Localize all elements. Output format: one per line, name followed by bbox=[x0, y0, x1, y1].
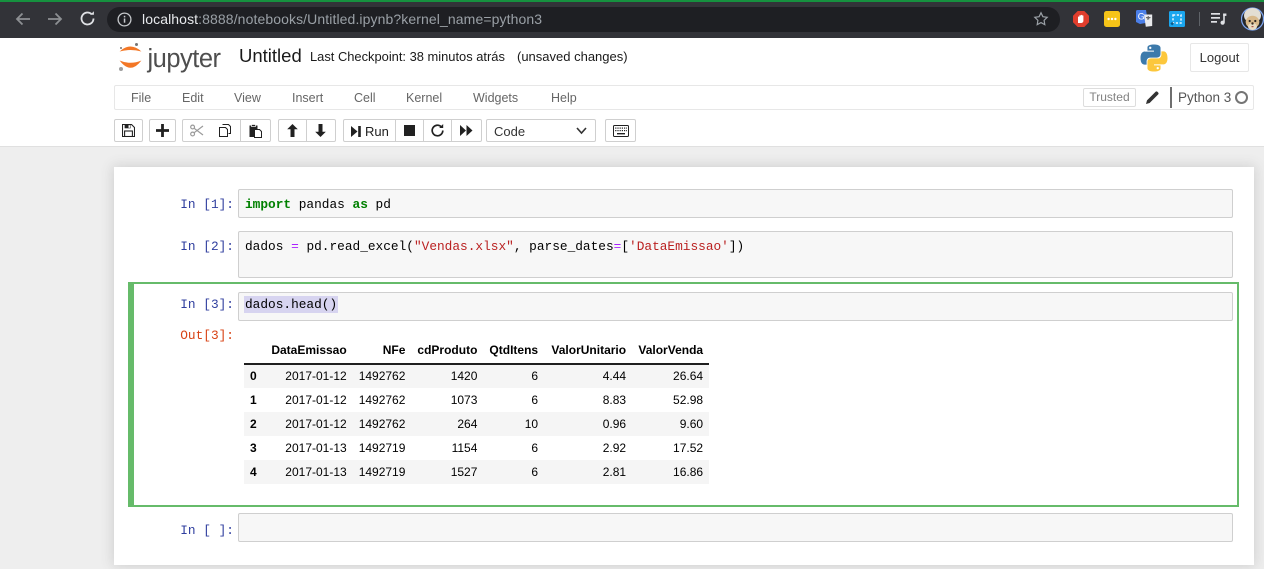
svg-text:G: G bbox=[1138, 12, 1145, 22]
